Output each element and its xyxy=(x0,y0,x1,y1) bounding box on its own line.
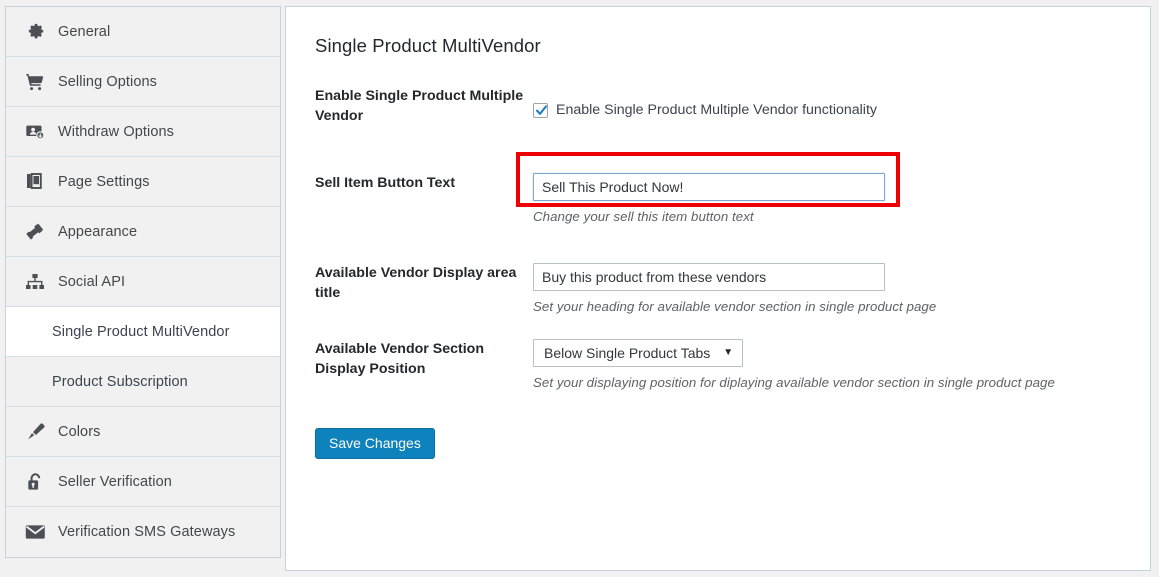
sidebar-item-social-api[interactable]: Social API xyxy=(6,257,280,307)
row-field-vendor-display-title: Set your heading for available vendor se… xyxy=(533,263,1150,314)
sell-item-button-text-input[interactable] xyxy=(533,173,885,201)
enable-multivendor-checkbox-label: Enable Single Product Multiple Vendor fu… xyxy=(556,102,877,118)
sidebar-item-general[interactable]: General xyxy=(6,7,280,57)
sell-item-button-text-description: Change your sell this item button text xyxy=(533,209,754,224)
display-position-selected-value: Below Single Product Tabs xyxy=(544,345,711,361)
row-spacer-2 xyxy=(286,224,1150,263)
form-row-save: Save Changes xyxy=(286,428,1150,459)
form-row-vendor-display-title: Available Vendor Display area title Set … xyxy=(286,263,1150,314)
sidebar-item-label: Withdraw Options xyxy=(58,123,175,140)
sidebar-item-colors[interactable]: Colors xyxy=(6,407,280,457)
display-position-select[interactable]: Below Single Product Tabs ▼ xyxy=(533,339,744,367)
hammer-icon xyxy=(24,221,46,243)
gear-icon xyxy=(24,21,46,43)
sidebar-item-label: Single Product MultiVendor xyxy=(52,323,230,340)
book-icon xyxy=(24,171,46,193)
form-row-sell-item-button-text: Sell Item Button Text Change your sell t… xyxy=(286,173,1150,224)
row-spacer-3 xyxy=(286,314,1150,339)
enable-multivendor-checkbox[interactable] xyxy=(533,102,548,118)
sitemap-icon xyxy=(24,271,46,293)
sidebar-item-selling-options[interactable]: Selling Options xyxy=(6,57,280,107)
check-icon xyxy=(535,104,548,115)
sidebar-item-label: Selling Options xyxy=(58,73,158,90)
row-label-display-position: Available Vendor Section Display Positio… xyxy=(315,341,484,377)
settings-sidebar: General Selling Options Withdraw Options Pa… xyxy=(5,6,281,558)
display-position-description: Set your displaying position for diplayi… xyxy=(533,375,1055,390)
sidebar-item-product-subscription[interactable]: Product Subscription xyxy=(6,357,280,407)
sidebar-item-label: Seller Verification xyxy=(58,473,172,490)
sidebar-item-single-product-multivendor[interactable]: Single Product MultiVendor xyxy=(6,307,280,357)
cart-icon xyxy=(24,71,46,93)
row-field-sell-item-button-text: Change your sell this item button text xyxy=(533,173,1150,224)
sidebar-item-label: Social API xyxy=(58,273,126,290)
unlock-icon xyxy=(24,471,46,493)
vendor-display-title-description: Set your heading for available vendor se… xyxy=(533,299,937,314)
sidebar-item-label: General xyxy=(58,23,111,40)
settings-content-panel: Single Product MultiVendor Enable Single… xyxy=(285,6,1151,571)
sidebar-item-label: Colors xyxy=(58,423,101,440)
row-label-sell-item-button-text: Sell Item Button Text xyxy=(315,175,456,191)
form-row-enable-multivendor: Enable Single Product Multiple Vendor En… xyxy=(286,86,1150,126)
vendor-display-title-input[interactable] xyxy=(533,263,885,291)
row-spacer-1 xyxy=(286,126,1150,173)
sidebar-item-verification-sms-gateways[interactable]: Verification SMS Gateways xyxy=(6,507,280,557)
enable-multivendor-checkbox-line: Enable Single Product Multiple Vendor fu… xyxy=(533,102,1150,118)
sidebar-item-appearance[interactable]: Appearance xyxy=(6,207,280,257)
row-spacer-4 xyxy=(286,390,1150,428)
page-title: Single Product MultiVendor xyxy=(315,35,541,56)
chevron-down-icon: ▼ xyxy=(723,347,734,358)
sidebar-item-seller-verification[interactable]: Seller Verification xyxy=(6,457,280,507)
sidebar-item-label: Page Settings xyxy=(58,173,150,190)
settings-screen: General Selling Options Withdraw Options Pa… xyxy=(0,0,1159,577)
row-label-vendor-display-title: Available Vendor Display area title xyxy=(315,265,517,301)
save-changes-button[interactable]: Save Changes xyxy=(315,428,435,459)
envelope-icon xyxy=(24,521,46,543)
row-field-display-position: Below Single Product Tabs ▼ Set your dis… xyxy=(533,339,1150,390)
settings-form: Enable Single Product Multiple Vendor En… xyxy=(286,86,1150,459)
sidebar-item-page-settings[interactable]: Page Settings xyxy=(6,157,280,207)
sidebar-item-label: Verification SMS Gateways xyxy=(58,524,236,540)
sidebar-item-label: Appearance xyxy=(58,223,138,240)
sidebar-item-withdraw-options[interactable]: Withdraw Options xyxy=(6,107,280,157)
form-row-display-position: Available Vendor Section Display Positio… xyxy=(286,339,1150,390)
row-label-enable-multivendor: Enable Single Product Multiple Vendor xyxy=(315,88,524,124)
brush-icon xyxy=(24,421,46,443)
withdraw-icon xyxy=(24,121,46,143)
row-field-enable-multivendor: Enable Single Product Multiple Vendor fu… xyxy=(533,86,1150,126)
sidebar-item-label: Product Subscription xyxy=(52,373,188,390)
